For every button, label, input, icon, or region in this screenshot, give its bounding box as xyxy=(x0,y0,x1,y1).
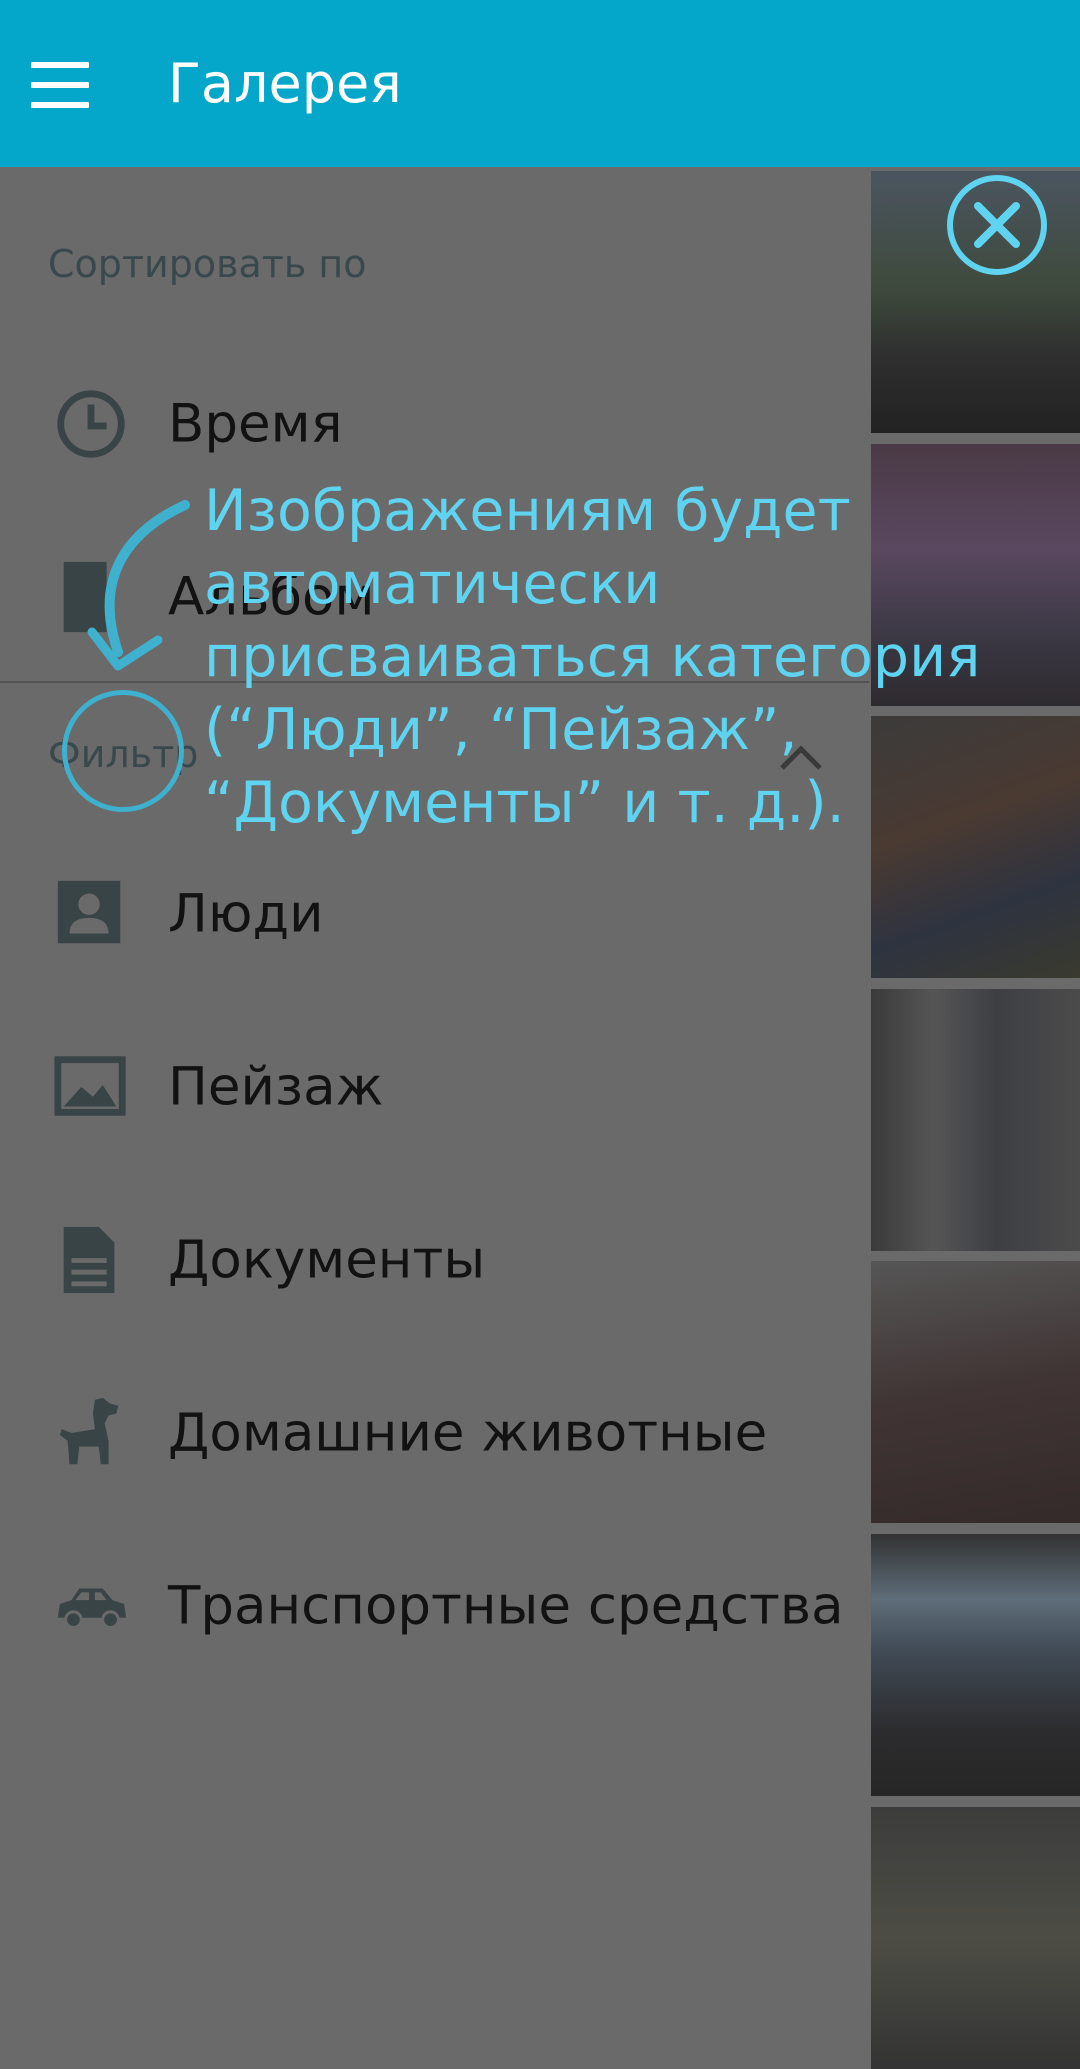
thumbnail-strip xyxy=(869,167,1080,2069)
gallery-thumbnail[interactable] xyxy=(871,989,1080,1251)
clock-icon xyxy=(57,390,125,458)
gallery-thumbnail[interactable] xyxy=(871,1534,1080,1796)
filter-item-label: Домашние животные xyxy=(168,1402,768,1464)
sort-item-album[interactable]: Альбом xyxy=(0,522,869,672)
sort-item-label: Альбом xyxy=(168,566,375,628)
filter-item-landscape[interactable]: Пейзаж xyxy=(0,1012,869,1162)
car-icon xyxy=(57,1588,127,1629)
sort-item-time[interactable]: Время xyxy=(0,349,869,499)
close-icon[interactable] xyxy=(945,173,1049,277)
gallery-thumbnail[interactable] xyxy=(871,1807,1080,2069)
filter-item-label: Пейзаж xyxy=(168,1056,384,1118)
document-icon xyxy=(63,1226,115,1294)
filter-item-people[interactable]: Люди xyxy=(0,839,869,989)
gallery-thumbnail[interactable] xyxy=(871,716,1080,978)
filter-item-label: Документы xyxy=(168,1229,486,1291)
filter-item-pets[interactable]: Домашние животные xyxy=(0,1358,869,1508)
filter-item-label: Транспортные средства xyxy=(168,1575,844,1637)
menu-icon[interactable] xyxy=(31,62,89,108)
filter-item-label: Люди xyxy=(168,883,324,945)
gallery-thumbnail[interactable] xyxy=(871,444,1080,706)
filter-item-documents[interactable]: Документы xyxy=(0,1185,869,1335)
divider xyxy=(0,681,869,683)
sort-header: Сортировать по xyxy=(48,242,367,286)
filter-item-vehicles[interactable]: Транспортные средства xyxy=(0,1531,869,1681)
album-icon xyxy=(63,561,107,633)
page-title: Галерея xyxy=(168,52,402,115)
chevron-up-icon[interactable] xyxy=(776,736,826,776)
person-icon xyxy=(57,880,121,944)
navigation-drawer: Сортировать по Время Альбом Фильтр Люди … xyxy=(0,167,869,1920)
filter-header: Фильтр xyxy=(48,732,199,776)
dog-icon xyxy=(59,1397,119,1465)
app-bar: Галерея xyxy=(0,0,1080,167)
landscape-icon xyxy=(54,1056,126,1116)
sort-item-label: Время xyxy=(168,393,343,455)
gallery-thumbnail[interactable] xyxy=(871,1261,1080,1523)
